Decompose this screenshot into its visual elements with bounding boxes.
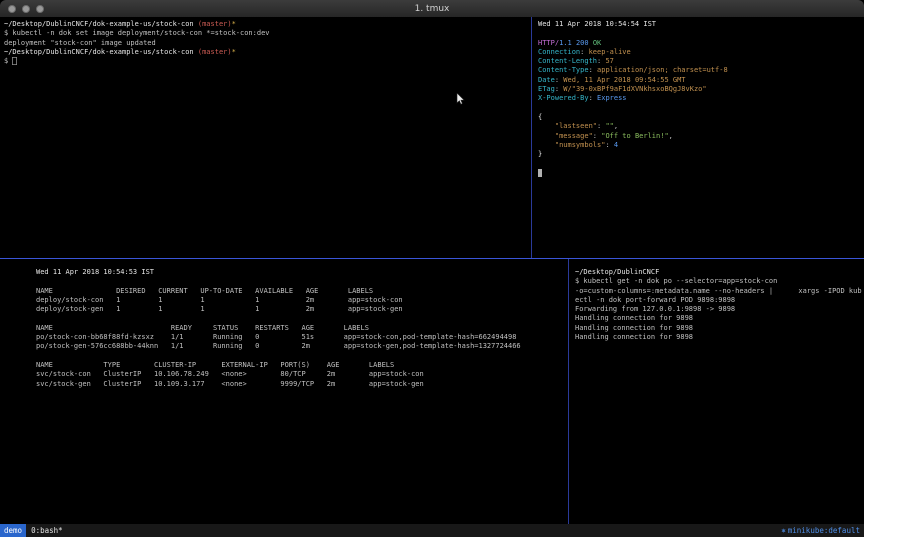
pane-divider-horizontal[interactable] — [0, 258, 864, 259]
tmux-content: ~/Desktop/DublinCNCF/dok-example-us/stoc… — [0, 17, 864, 524]
window-tab-bash[interactable]: 0:bash* — [26, 524, 63, 537]
close-button[interactable] — [8, 5, 16, 13]
terminal-window: 1. tmux ~/Desktop/DublinCNCF/dok-example… — [0, 0, 864, 537]
pane-bottom-left-kubectl-get[interactable]: Wed 11 Apr 2018 10:54:53 ISTNAME DESIRED… — [0, 259, 568, 524]
kube-context-status: ⎈minikube:default — [781, 524, 864, 537]
pane-divider-vertical-top[interactable] — [531, 17, 532, 258]
session-name-badge: demo — [0, 524, 26, 537]
window-title: 1. tmux — [0, 4, 864, 14]
zoom-button[interactable] — [36, 5, 44, 13]
pane-top-left-shell[interactable]: ~/Desktop/DublinCNCF/dok-example-us/stoc… — [0, 17, 531, 258]
minimize-button[interactable] — [22, 5, 30, 13]
mouse-cursor — [456, 93, 465, 105]
pane-divider-vertical-bottom[interactable] — [568, 259, 569, 524]
tmux-status-bar: demo 0:bash* ⎈minikube:default — [0, 524, 864, 537]
pane-bottom-right-port-forward[interactable]: ~/Desktop/DublinCNCF$ kubectl get -n dok… — [569, 259, 864, 524]
kube-context-label: minikube:default — [788, 526, 860, 535]
traffic-lights — [0, 5, 44, 13]
titlebar[interactable]: 1. tmux — [0, 0, 864, 17]
pane-top-right-http-response[interactable]: Wed 11 Apr 2018 10:54:54 ISTHTTP/1.1 200… — [532, 17, 864, 258]
status-left: demo 0:bash* — [0, 524, 63, 537]
